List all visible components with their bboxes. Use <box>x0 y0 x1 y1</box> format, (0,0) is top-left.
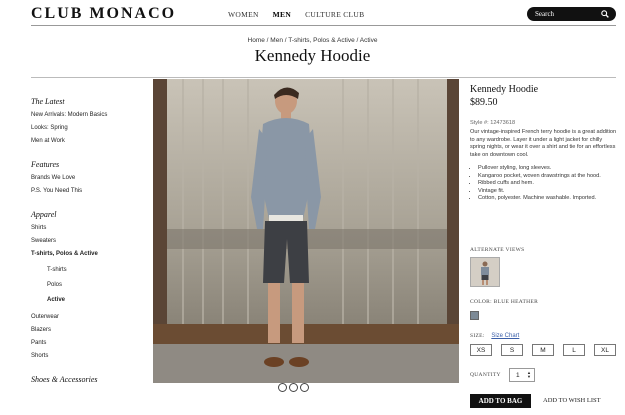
search-input[interactable]: Search <box>527 7 616 21</box>
add-to-wishlist-link[interactable]: ADD TO WISH LIST <box>543 397 601 404</box>
nav-women[interactable]: WOMEN <box>228 10 259 19</box>
quantity-label: QUANTITY <box>470 372 501 378</box>
size-chart-link[interactable]: Size Chart <box>491 333 519 339</box>
alternate-views-label: ALTERNATE VIEWS <box>470 247 525 253</box>
feature-item: Cotton, polyester. Machine washable. Imp… <box>478 195 618 203</box>
sidebar-sub-tshirts[interactable]: T-shirts <box>31 267 146 273</box>
color-label: COLOR: BLUE HEATHER <box>470 299 539 305</box>
product-price: $89.50 <box>470 97 498 108</box>
breadcrumb[interactable]: Home / Men / T-shirts, Polos & Active / … <box>0 37 625 44</box>
size-options: XS S M L XL <box>470 344 616 356</box>
image-zoom-controls <box>278 383 309 392</box>
sidebar-item-blazers[interactable]: Blazers <box>31 327 146 333</box>
sidebar: The Latest New Arrivals: Modern Basics L… <box>31 97 146 384</box>
sidebar-heading-shoes[interactable]: Shoes & Accessories <box>31 375 146 384</box>
sidebar-heading-latest: The Latest <box>31 97 65 106</box>
sidebar-item-shirts[interactable]: Shirts <box>31 225 146 231</box>
zoom-icon[interactable] <box>278 383 287 392</box>
stepper-arrows-icon[interactable]: ▲ ▼ <box>527 371 531 379</box>
sidebar-item-men-at-work[interactable]: Men at Work <box>31 138 146 144</box>
sidebar-item-new-arrivals[interactable]: New Arrivals: Modern Basics <box>31 112 146 118</box>
size-xs-button[interactable]: XS <box>470 344 492 356</box>
header-divider <box>31 25 616 26</box>
feature-item: Kangaroo pocket, woven drawstrings at th… <box>478 173 618 181</box>
product-photo[interactable] <box>153 79 459 383</box>
size-m-button[interactable]: M <box>532 344 554 356</box>
size-s-button[interactable]: S <box>501 344 523 356</box>
quantity-value: 1 <box>516 372 520 379</box>
sidebar-heading-apparel: Apparel <box>31 210 57 219</box>
product-info: Kennedy Hoodie $89.50 Style #: 12473618 … <box>470 84 618 203</box>
feature-item: Vintage fit. <box>478 188 618 196</box>
search-placeholder: Search <box>535 10 555 18</box>
sidebar-sub-polos[interactable]: Polos <box>31 282 146 288</box>
sidebar-item-brands[interactable]: Brands We Love <box>31 175 146 181</box>
sidebar-item-shorts[interactable]: Shorts <box>31 353 146 359</box>
sidebar-heading-features: Features <box>31 160 60 169</box>
zoom-icon[interactable] <box>300 383 309 392</box>
size-xl-button[interactable]: XL <box>594 344 616 356</box>
product-description: Our vintage-inspired French terry hoodie… <box>470 129 617 158</box>
feature-list: Pullover styling, long sleeves. Kangaroo… <box>470 165 618 203</box>
size-row: SIZE: Size Chart <box>470 333 519 339</box>
sidebar-item-pants[interactable]: Pants <box>31 340 146 346</box>
sidebar-item-sweaters[interactable]: Sweaters <box>31 238 146 244</box>
search-icon[interactable] <box>601 10 609 18</box>
feature-item: Ribbed cuffs and hem. <box>478 180 618 188</box>
top-nav: WOMEN MEN CULTURE CLUB <box>228 10 364 19</box>
color-swatch[interactable] <box>470 311 479 320</box>
logo[interactable]: CLUB MONACO <box>31 5 176 23</box>
product-photo-image <box>153 79 459 383</box>
feature-item: Pullover styling, long sleeves. <box>478 165 618 173</box>
page-title: Kennedy Hoodie <box>254 46 371 65</box>
sidebar-item-outerwear[interactable]: Outerwear <box>31 314 146 320</box>
sidebar-item-tshirts-polos-active[interactable]: T-shirts, Polos & Active <box>31 251 146 257</box>
thumbnail-image <box>471 258 499 286</box>
zoom-icon[interactable] <box>289 383 298 392</box>
nav-culture-club[interactable]: CULTURE CLUB <box>305 10 364 19</box>
sidebar-sub-active[interactable]: Active <box>31 297 146 303</box>
sidebar-item-looks-spring[interactable]: Looks: Spring <box>31 125 146 131</box>
size-l-button[interactable]: L <box>563 344 585 356</box>
size-label: SIZE: <box>470 333 485 339</box>
add-to-bag-button[interactable]: ADD TO BAG <box>470 394 531 408</box>
quantity-select[interactable]: 1 ▲ ▼ <box>509 368 535 382</box>
sidebar-item-ps[interactable]: P.S. You Need This <box>31 188 146 194</box>
title-divider <box>31 77 616 78</box>
style-number: Style #: 12473618 <box>470 120 516 126</box>
nav-men[interactable]: MEN <box>273 10 291 19</box>
product-name: Kennedy Hoodie <box>470 84 539 95</box>
alternate-view-thumbnail[interactable] <box>470 257 500 287</box>
